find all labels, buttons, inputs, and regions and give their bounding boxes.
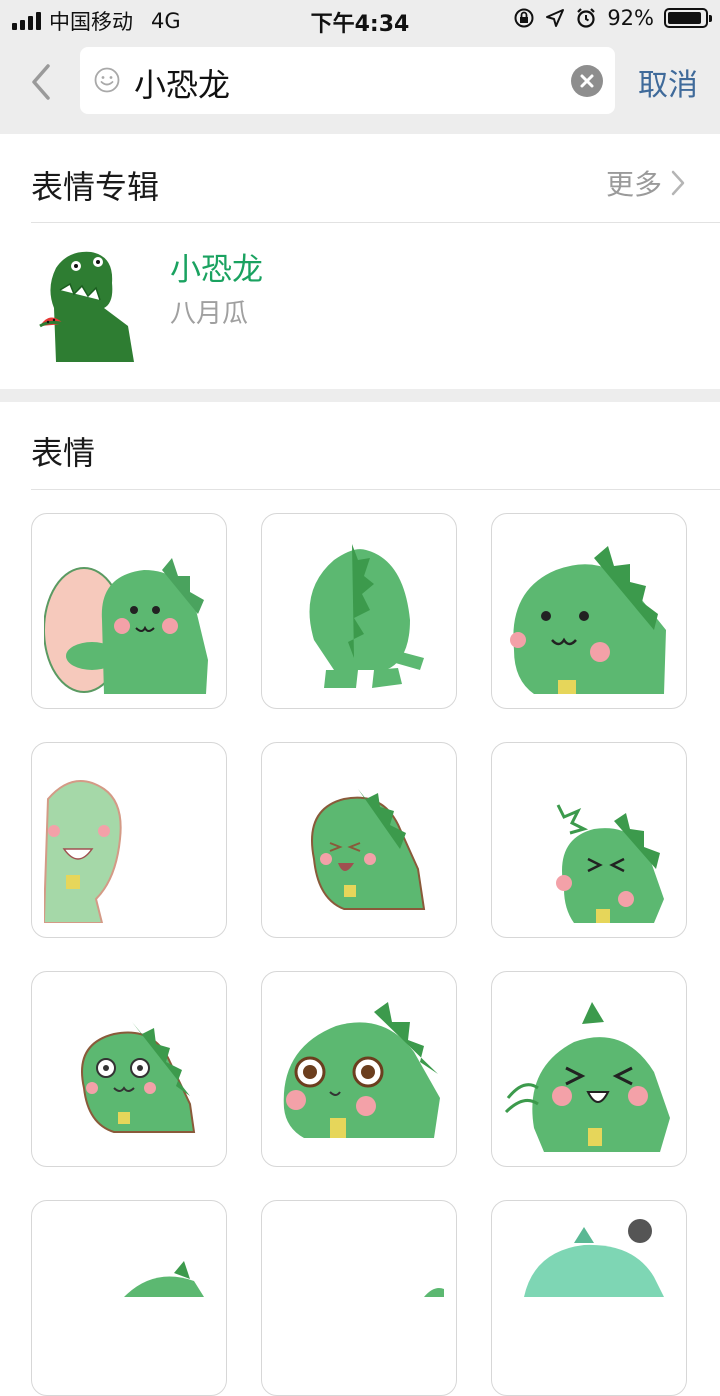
top-bar: 中国移动 4G 下午4:34 92% 小恐龙 取消 [0,0,720,134]
sticker-item[interactable] [491,971,687,1167]
section-separator [0,389,720,402]
dino-surprised-sticker-image [81,1022,196,1133]
dino-back-sticker-image [309,544,424,688]
more-albums-button[interactable]: 更多 [606,163,686,203]
dino-teary-sticker-image [283,1002,440,1138]
alarm-icon [577,8,596,28]
album-section-title: 表情专辑 [31,168,160,206]
sticker-item[interactable] [261,971,457,1167]
cancel-button[interactable]: 取消 [638,60,698,104]
sticker-item[interactable] [31,1200,227,1396]
chevron-right-icon [671,170,685,196]
battery-icon [664,8,712,28]
sticker-item[interactable] [491,513,687,709]
album-thumbnail [39,251,134,362]
sticker-item[interactable] [491,742,687,938]
dino-corner-sticker-image [424,1288,444,1297]
dino-smile-sticker-image [510,546,666,694]
search-query-text[interactable]: 小恐龙 [134,60,230,106]
dino-laugh-sticker-image [44,780,122,923]
rotation-lock-icon [514,8,534,28]
sticker-item[interactable] [31,513,227,709]
sticker-item[interactable] [261,1200,457,1396]
status-bar: 中国移动 4G 下午4:34 92% [0,0,720,40]
search-input[interactable]: 小恐龙 [80,47,615,114]
sticker-item[interactable] [31,971,227,1167]
sticker-item[interactable] [261,742,457,938]
divider [31,222,720,223]
clear-search-icon[interactable] [571,65,603,97]
stickers-section-title: 表情 [31,434,96,472]
battery-percent: 92% [607,6,654,30]
album-author: 八月瓜 [170,299,249,329]
more-label: 更多 [605,168,662,201]
back-chevron-icon[interactable] [26,60,56,104]
sticker-item[interactable] [31,742,227,938]
battery-fill [668,12,701,24]
divider [31,489,720,490]
status-right: 92% [513,6,712,30]
dino-happy-sticker-image [504,1002,670,1152]
dino-hug-sticker-image [44,558,208,694]
sticker-item[interactable] [491,1200,687,1396]
emoji-smile-icon [94,67,120,93]
dino-thinking-sticker-image [524,1219,664,1297]
album-name: 小恐龙 [170,252,263,288]
dino-peek-sticker-image [124,1261,204,1297]
dino-wink-sticker-image [556,804,664,923]
sticker-item[interactable] [261,513,457,709]
dino-giggle-sticker-image [311,789,426,910]
location-icon [546,9,565,27]
